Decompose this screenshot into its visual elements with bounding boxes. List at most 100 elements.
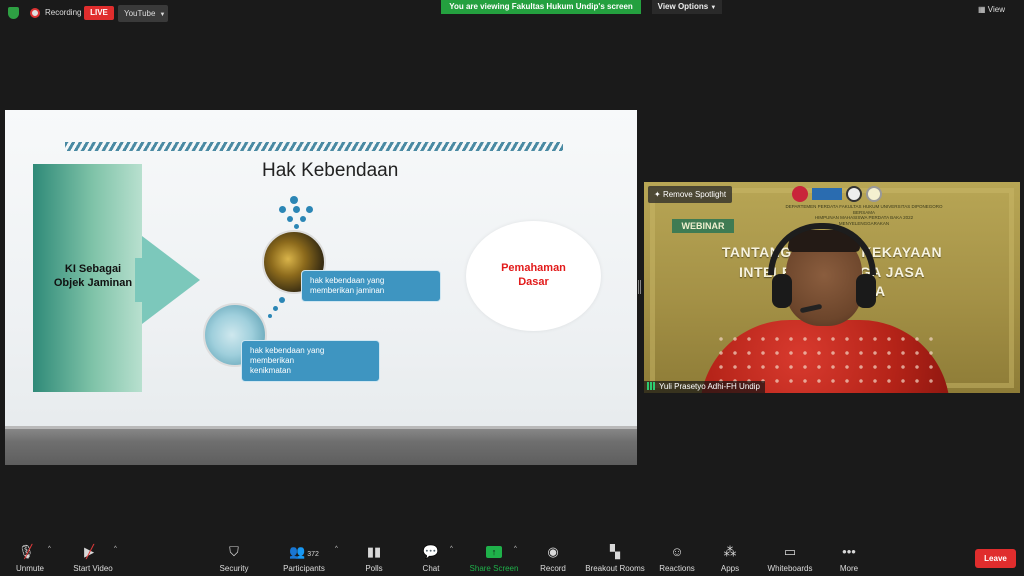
logo-icon [866, 186, 882, 202]
chevron-up-icon[interactable]: ^ [514, 546, 517, 552]
participants-label: Participants [283, 564, 325, 573]
chat-button[interactable]: 💬 Chat [413, 536, 449, 576]
decor-dot [293, 206, 300, 213]
view-options-button[interactable]: View Options ▼ [652, 0, 722, 14]
signal-bars-icon [647, 382, 656, 390]
decor-dot [306, 206, 313, 213]
smiley-icon: ☺ [670, 544, 684, 559]
chevron-up-icon[interactable]: ^ [450, 546, 453, 552]
more-dots-icon: ••• [842, 544, 856, 559]
chevron-up-icon[interactable]: ^ [114, 546, 117, 552]
decor-dot [294, 224, 299, 229]
more-button[interactable]: ••• More [832, 536, 866, 576]
logo-icon [812, 188, 842, 200]
security-button[interactable]: ⛉ Security [212, 536, 256, 576]
slide-floor [5, 426, 637, 465]
webinar-badge: WEBINAR [672, 219, 734, 233]
apps-button[interactable]: ⁂ Apps [712, 536, 748, 576]
view-button[interactable]: ▦ View [978, 5, 1005, 14]
remove-spotlight-label: Remove Spotlight [662, 190, 727, 199]
reactions-label: Reactions [659, 564, 695, 573]
ki-label-line1: KI Sebagai [64, 263, 122, 275]
reactions-button[interactable]: ☺ Reactions [655, 536, 699, 576]
view-options-label: View Options [657, 2, 709, 11]
microphone-muted-icon: 🎙╱ [17, 544, 35, 559]
callout-jaminan: hak kebendaan yang memberikan jaminan [301, 270, 441, 302]
ki-objek-jaminan-label: KI Sebagai Objek Jaminan [43, 262, 143, 290]
decor-dot [290, 196, 298, 204]
bar-chart-icon: ▮▮ [366, 544, 382, 559]
polls-button[interactable]: ▮▮ Polls [356, 536, 392, 576]
headset-earcup [772, 274, 792, 308]
decorative-stripe-band [65, 142, 563, 151]
share-screen-button[interactable]: ↑ Share Screen [466, 536, 522, 576]
recording-label: Recording [45, 8, 82, 17]
sponsor-logos [792, 186, 882, 202]
apps-icon: ⁂ [723, 544, 737, 559]
callout-kenikmatan: hak kebendaan yang memberikan kenikmatan [241, 340, 380, 382]
logo-icon [846, 186, 862, 202]
decor-dot [300, 216, 306, 222]
record-button[interactable]: ◉ Record [534, 536, 572, 576]
remove-spotlight-button[interactable]: ✦ Remove Spotlight [648, 186, 733, 203]
whiteboards-label: Whiteboards [767, 564, 813, 573]
headset-earcup [856, 274, 876, 308]
ki-label-line2: Objek Jaminan [53, 277, 133, 289]
chat-bubble-icon: 💬 [422, 544, 440, 559]
viewing-screen-banner: You are viewing Fakultas Hukum Undip's s… [441, 0, 641, 14]
whiteboard-icon: ▭ [783, 544, 797, 559]
stream-target-label: YouTube [124, 9, 156, 18]
shared-screen-slide: Hak Kebendaan KI Sebagai Objek Jaminan h… [5, 110, 637, 465]
unmute-label: Unmute [15, 564, 44, 573]
share-screen-label: Share Screen [469, 564, 519, 573]
unmute-button[interactable]: 🎙╱ Unmute [8, 536, 52, 576]
callout1-line1: hak kebendaan yang [310, 276, 385, 285]
more-label: More [839, 564, 859, 573]
leave-button[interactable]: Leave [975, 549, 1016, 568]
participant-name: Yuli Prasetyo Adhi-FH Undip [659, 382, 760, 391]
stream-target-dropdown[interactable]: YouTube ▼ [118, 5, 168, 22]
callout1-line2: memberikan jaminan [310, 286, 385, 295]
apps-label: Apps [720, 564, 740, 573]
participants-count: 372 [307, 551, 319, 558]
chevron-down-icon: ▼ [159, 12, 166, 18]
start-video-label: Start Video [73, 564, 113, 573]
recording-icon [30, 8, 40, 18]
decor-dot [279, 206, 286, 213]
logo-icon [792, 186, 808, 202]
slide-title: Hak Kebendaan [262, 160, 399, 181]
oval-line1: Pemahaman [501, 262, 566, 274]
resize-handle[interactable] [638, 280, 641, 294]
chevron-down-icon: ▼ [710, 5, 717, 11]
polls-label: Polls [365, 564, 383, 573]
participant-name-tag: Yuli Prasetyo Adhi-FH Undip [644, 381, 765, 393]
start-video-button[interactable]: ▶╱ Start Video [66, 536, 120, 576]
security-label: Security [219, 564, 249, 573]
grid-icon: ▦ [978, 5, 986, 14]
chevron-up-icon[interactable]: ^ [48, 546, 51, 552]
banner-small-line4: MENYELENGGARAKAN [838, 220, 890, 226]
share-screen-icon: ↑ [486, 546, 502, 558]
record-label: Record [540, 564, 566, 573]
live-badge: LIVE [84, 6, 114, 20]
speaker-video-tile[interactable]: DEPARTEMEN PERDATA FAKULTAS HUKUM UNIVER… [644, 182, 1020, 393]
security-shield-icon[interactable] [8, 7, 19, 19]
participants-button[interactable]: 👥 372 Participants [276, 536, 332, 576]
banner-small-text: DEPARTEMEN PERDATA FAKULTAS HUKUM UNIVER… [744, 204, 984, 226]
shield-icon: ⛉ [229, 544, 239, 559]
meeting-controls-toolbar: 🎙╱ Unmute ^ ▶╱ Start Video ^ ⛉ Security … [0, 536, 1024, 576]
chevron-up-icon[interactable]: ^ [335, 546, 338, 552]
callout2-line1: hak kebendaan yang [250, 346, 325, 355]
decor-dot [279, 297, 285, 303]
decor-dot [287, 216, 293, 222]
video-off-icon: ▶╱ [84, 544, 95, 559]
whiteboards-button[interactable]: ▭ Whiteboards [762, 536, 818, 576]
meeting-top-bar: Recording LIVE YouTube ▼ You are viewing … [0, 0, 1024, 26]
decor-dot [273, 306, 278, 311]
pin-icon: ✦ [654, 190, 661, 199]
chat-label: Chat [422, 564, 440, 573]
breakout-rooms-button[interactable]: ▚ Breakout Rooms [582, 536, 648, 576]
callout2-line2: memberikan [250, 356, 295, 365]
participants-icon: 👥 372 [289, 544, 319, 559]
right-arrow-shape [142, 236, 200, 324]
